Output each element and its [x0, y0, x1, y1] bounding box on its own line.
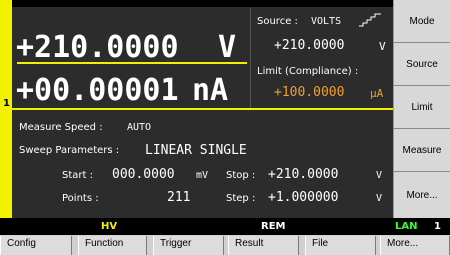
- softkey-mode[interactable]: Mode: [393, 0, 450, 43]
- voltage-value: +210.0000: [16, 30, 179, 65]
- lan-indicator: LAN: [395, 221, 418, 232]
- measure-speed-value: AUTO: [127, 122, 152, 133]
- voltage-unit: V: [218, 30, 237, 65]
- measure-speed-label: Measure Speed :: [19, 122, 103, 133]
- fkey-file[interactable]: File: [305, 236, 376, 255]
- softkey-measure[interactable]: Measure: [393, 129, 450, 172]
- step-unit: V: [376, 193, 383, 204]
- stop-label: Stop :: [226, 170, 256, 181]
- sweep-parameters-label: Sweep Parameters :: [19, 145, 120, 156]
- start-value: 000.0000: [112, 167, 175, 182]
- start-label: Start :: [62, 170, 93, 181]
- limit-value: +100.0000: [274, 85, 345, 100]
- hv-indicator: HV: [101, 221, 118, 232]
- step-value: +1.000000: [268, 190, 339, 205]
- current-value: +00.00001: [16, 73, 179, 108]
- sweep-parameters-value: LINEAR SINGLE: [145, 143, 247, 158]
- rem-indicator: REM: [261, 221, 286, 232]
- stop-value: +210.0000: [268, 167, 339, 182]
- points-label: Points :: [62, 193, 99, 204]
- source-unit: V: [379, 40, 386, 53]
- stop-unit: V: [376, 170, 383, 181]
- fkey-result[interactable]: Result: [228, 236, 299, 255]
- softkey-more[interactable]: More...: [393, 172, 450, 218]
- instrument-screen: 1 +210.0000 V +00.00001 nA Source : VOLT…: [0, 0, 450, 255]
- softkey-source[interactable]: Source: [393, 43, 450, 86]
- section-divider: [12, 108, 393, 110]
- channel-indicator-strip: [0, 0, 12, 218]
- points-value: 211: [167, 190, 191, 205]
- start-unit: mV: [196, 170, 209, 181]
- staircase-sweep-icon: [359, 13, 381, 27]
- fkey-more[interactable]: More...: [380, 236, 450, 255]
- softkey-panel: Mode Source Limit Measure More...: [393, 0, 450, 218]
- step-label: Step :: [226, 193, 256, 204]
- source-mode: VOLTS: [311, 16, 342, 27]
- softkey-limit[interactable]: Limit: [393, 86, 450, 129]
- source-label: Source :: [257, 16, 298, 27]
- top-border: [12, 0, 393, 7]
- limit-unit: µA: [370, 87, 384, 100]
- limit-label: Limit (Compliance) :: [257, 66, 359, 77]
- channel-number: 1: [3, 98, 10, 109]
- fkey-trigger[interactable]: Trigger: [153, 236, 224, 255]
- source-value: +210.0000: [274, 38, 345, 53]
- lan-number: 1: [434, 221, 441, 232]
- fkey-config[interactable]: Config: [0, 236, 72, 255]
- readout-divider: [17, 62, 247, 64]
- voltage-readout: +210.0000: [16, 30, 179, 65]
- status-bar: [0, 218, 450, 235]
- current-unit: nA: [192, 73, 229, 108]
- fkey-function[interactable]: Function: [78, 236, 147, 255]
- readout-separator: [250, 8, 251, 108]
